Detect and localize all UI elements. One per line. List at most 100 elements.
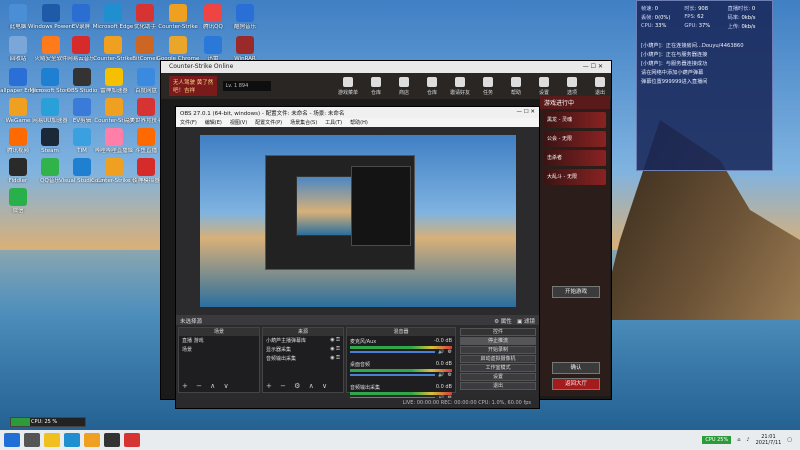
obs-menu-item[interactable]: 文件(F): [180, 119, 197, 126]
control-button[interactable]: 开始录制: [460, 346, 536, 354]
obs-window[interactable]: OBS 27.0.1 (64-bit, windows) - 配置文件: 未命名…: [175, 106, 540, 409]
overlay-message: 弹幕位置999999进入直播间: [641, 79, 708, 85]
stat-key: 上传:: [727, 24, 740, 30]
obs-menubar: 文件(F) 编辑(E) 视图(V) 配置文件(P) 场景集合(S) 工具(T) 帮助(H): [176, 118, 539, 127]
obs-menu-item[interactable]: 工具(T): [325, 119, 342, 126]
game-nav-item[interactable]: 选项: [561, 76, 583, 96]
control-button[interactable]: 停止推流: [460, 337, 536, 345]
obs-menu-item[interactable]: 场景集合(S): [290, 119, 317, 126]
confirm-button[interactable]: 确认: [552, 362, 600, 374]
game-nav-item[interactable]: 游戏菜单: [337, 76, 359, 96]
network-icon[interactable]: ⌂: [737, 437, 740, 443]
gear-icon[interactable]: ⚙: [448, 349, 452, 355]
volume-slider[interactable]: [350, 351, 436, 353]
room-row[interactable]: 公会 - 无限: [544, 131, 606, 147]
visibility-icon[interactable]: ◉ ⚿: [330, 346, 340, 353]
mixer-channel: 麦克风/Aux -0.0 dB 🔊 ⚙: [350, 338, 452, 355]
counter-strike-icon[interactable]: [84, 433, 100, 447]
volume-icon[interactable]: ♪: [746, 437, 749, 443]
game-nav-item[interactable]: 邀请好友: [449, 76, 471, 96]
nested-game-window: [351, 166, 411, 246]
source-item-label: 音频输出采集: [266, 356, 297, 362]
controls-dock: 控件 停止推流 开始录制 启动虚拟摄像机 工作室模式 设置 退出: [459, 327, 537, 393]
visibility-icon[interactable]: ◉ ⚿: [330, 355, 340, 362]
stat-key: GPU:: [684, 23, 698, 29]
stat-value: 62: [697, 14, 704, 20]
stat-key: 码率:: [727, 15, 740, 21]
game-nav-label: 任务: [482, 89, 493, 96]
edge-icon[interactable]: [64, 433, 80, 447]
obs-menu-item[interactable]: 帮助(H): [350, 119, 368, 126]
desktop-icon-label: 微信: [12, 208, 24, 214]
control-button[interactable]: 工作室模式: [460, 364, 536, 372]
obs-menu-item[interactable]: 视图(V): [230, 119, 247, 126]
filters-button[interactable]: ▣ 滤镜: [517, 319, 535, 325]
room-row-label: 击杀者: [547, 155, 563, 161]
app-icon: [72, 4, 90, 22]
stat-cell: 码率: 0kb/s: [728, 14, 768, 21]
stat-value: 908: [698, 6, 709, 12]
game-nav-item[interactable]: 仓库: [421, 76, 443, 96]
scene-item[interactable]: 直播 游戏: [179, 336, 259, 345]
obs-icon[interactable]: [104, 433, 120, 447]
gear-icon[interactable]: ⚙: [448, 372, 452, 378]
player-level: Lv. 1 894: [223, 81, 271, 91]
obs-preview[interactable]: [200, 135, 516, 307]
source-item[interactable]: 音频输出采集 ◉ ⚿: [263, 354, 343, 363]
game-nav-item[interactable]: 仓库: [365, 76, 387, 96]
room-row[interactable]: 黑龙 - 灵魂: [544, 112, 606, 128]
overlay-message: [小葫芦]：正在连接房间...Douyu/4463860: [641, 43, 744, 49]
game-nav-item[interactable]: 帮助: [505, 76, 527, 96]
search-icon[interactable]: [24, 433, 40, 447]
visibility-icon[interactable]: ◉ ⚿: [330, 337, 340, 344]
control-button[interactable]: 退出: [460, 382, 536, 390]
control-button[interactable]: 启动虚拟摄像机: [460, 355, 536, 363]
game-nav-item[interactable]: 设置: [533, 76, 555, 96]
control-button[interactable]: 设置: [460, 373, 536, 381]
game-nav-item[interactable]: 任务: [477, 76, 499, 96]
game-nav-label: 仓库: [426, 89, 437, 96]
source-item-label: 显示器采集: [266, 347, 292, 353]
notification-icon[interactable]: ▢: [787, 437, 792, 443]
game-nav-icon: [455, 76, 465, 87]
obs-menu-item[interactable]: 配置文件(P): [255, 119, 282, 126]
controls-header: 控件: [460, 328, 536, 336]
obs-titlebar[interactable]: OBS 27.0.1 (64-bit, windows) - 配置文件: 未命名…: [176, 107, 539, 118]
desktop-icon[interactable]: 微信: [0, 186, 41, 226]
sources-toolbar[interactable]: + − ⚙ ∧ ∨: [266, 382, 330, 390]
obs-window-controls[interactable]: — ☐ ✕: [516, 109, 535, 116]
source-item[interactable]: 小葫芦主播弹幕库 ◉ ⚿: [263, 336, 343, 345]
stat-cell: CPU: 33%: [641, 23, 681, 30]
game-window-titlebar[interactable]: Counter-Strike Online — ☐ ✕: [161, 61, 611, 73]
cpu-usage-label: CPU: 25 %: [31, 419, 58, 425]
mixer-header: 混音器: [347, 328, 455, 336]
app-icon: [9, 98, 27, 116]
stat-cell: GPU: 37%: [684, 23, 724, 30]
scene-item[interactable]: 场景: [179, 345, 259, 354]
return-lobby-button[interactable]: 返回大厅: [552, 378, 600, 390]
stat-value: 0: [751, 6, 756, 12]
app-icon: [73, 158, 91, 176]
speaker-icon[interactable]: 🔊: [438, 349, 444, 355]
obs-menu-item[interactable]: 编辑(E): [205, 119, 222, 126]
start-game-button[interactable]: 开始游戏: [552, 286, 600, 298]
game-icon[interactable]: [124, 433, 140, 447]
room-row[interactable]: 击杀者: [544, 150, 606, 166]
app-icon: [136, 4, 154, 22]
clock[interactable]: 21:01 2021/7/11: [756, 434, 782, 446]
room-row[interactable]: 大乱斗 - 无限: [544, 169, 606, 185]
file-explorer-icon[interactable]: [44, 433, 60, 447]
source-item[interactable]: 显示器采集 ◉ ⚿: [263, 345, 343, 354]
game-nav-item[interactable]: 商店: [393, 76, 415, 96]
app-icon: [169, 36, 187, 54]
game-nav-item[interactable]: 退出: [589, 76, 611, 96]
app-icon: [72, 36, 90, 54]
volume-slider[interactable]: [350, 374, 436, 376]
window-controls[interactable]: — ☐ ✕: [583, 63, 603, 71]
scenes-toolbar[interactable]: + − ∧ ∨: [182, 382, 232, 390]
stat-cell: 上传: 0kb/s: [728, 23, 768, 30]
properties-button[interactable]: ⚙ 属性: [494, 319, 512, 325]
start-icon[interactable]: [4, 433, 20, 447]
app-icon: [73, 128, 91, 146]
speaker-icon[interactable]: 🔊: [438, 372, 444, 378]
